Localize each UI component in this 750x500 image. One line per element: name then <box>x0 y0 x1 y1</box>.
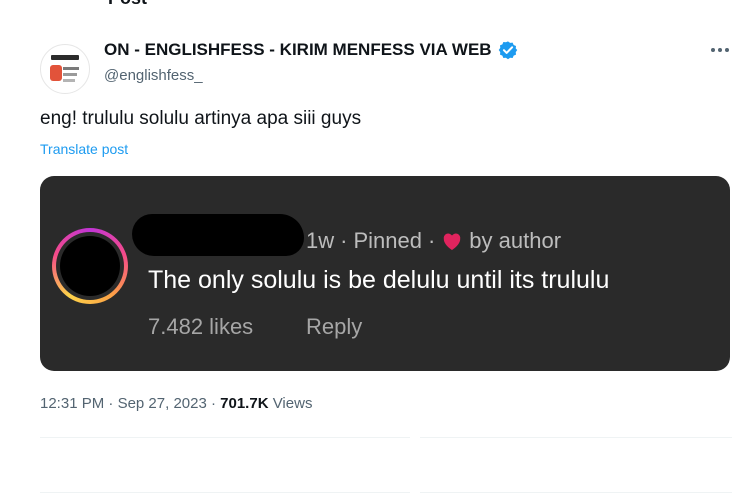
avatar-logo-mark <box>50 65 62 81</box>
comment-likes: 7.482 likes <box>148 314 254 339</box>
page-header-fragment: Post <box>108 0 147 9</box>
divider <box>40 492 410 493</box>
post-metadata: 12:31 PM · Sep 27, 2023 · 701.7K Views <box>40 395 312 412</box>
meta-separator: · <box>108 395 118 412</box>
divider <box>40 437 410 438</box>
more-options-icon[interactable] <box>708 40 732 60</box>
account-avatar[interactable] <box>40 44 90 94</box>
meta-separator: · <box>210 395 221 412</box>
commenter-avatar <box>60 236 120 296</box>
views-count[interactable]: 701.7K <box>220 395 268 412</box>
views-label: Views <box>272 395 313 412</box>
post-text: eng! trululu solulu artinya apa siii guy… <box>40 108 362 129</box>
comment-reply-button: Reply <box>306 314 363 339</box>
by-author-label: by author <box>469 228 562 253</box>
translate-post-link[interactable]: Translate post <box>40 141 128 157</box>
divider <box>420 492 732 493</box>
comment-text: The only solulu is be delulu until its t… <box>148 266 610 294</box>
avatar-logo-bar <box>51 55 79 60</box>
avatar-logo-line <box>63 79 75 82</box>
post-date[interactable]: Sep 27, 2023 <box>118 395 207 412</box>
meta-separator: · <box>427 228 436 253</box>
redacted-username <box>132 214 304 256</box>
author-handle[interactable]: @englishfess_ <box>104 67 203 84</box>
heart-icon <box>443 233 461 251</box>
post-time[interactable]: 12:31 PM <box>40 395 104 412</box>
avatar-logo-line <box>63 67 79 70</box>
divider <box>420 437 732 438</box>
verified-badge-icon[interactable] <box>498 40 518 60</box>
meta-separator: · <box>340 228 348 253</box>
pinned-label: Pinned <box>353 228 422 253</box>
author-display-name[interactable]: ON - ENGLISHFESS - KIRIM MENFESS VIA WEB <box>104 40 492 60</box>
comment-age: 1w <box>306 228 335 253</box>
avatar-logo-line <box>63 73 77 76</box>
comment-meta: 1w · Pinned · by author <box>306 228 561 254</box>
author-name-row: ON - ENGLISHFESS - KIRIM MENFESS VIA WEB <box>104 40 518 60</box>
